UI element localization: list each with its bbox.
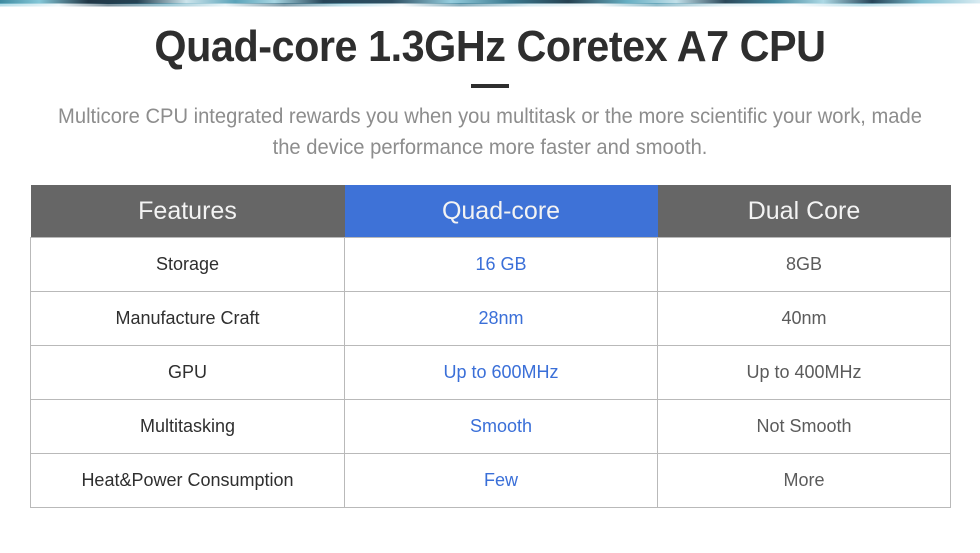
cell-feature-name: Heat&Power Consumption bbox=[30, 453, 345, 508]
table-row: Heat&Power Consumption Few More bbox=[30, 453, 951, 508]
cell-feature-name: Multitasking bbox=[30, 399, 345, 454]
cell-dual-value: Not Smooth bbox=[657, 399, 951, 454]
page-subtitle: Multicore CPU integrated rewards you whe… bbox=[58, 105, 922, 159]
photo-band-fade bbox=[0, 6, 980, 9]
cell-feature-name: Manufacture Craft bbox=[30, 291, 345, 346]
cell-quad-value: 16 GB bbox=[344, 237, 658, 292]
comparison-table-wrapper: Features Quad-core Dual Core Storage 16 … bbox=[30, 185, 951, 508]
table-row: GPU Up to 600MHz Up to 400MHz bbox=[30, 345, 951, 400]
table-body: Storage 16 GB 8GB Manufacture Craft 28nm… bbox=[30, 237, 951, 508]
column-header-quad-core: Quad-core bbox=[344, 185, 658, 238]
cpu-comparison-table: Features Quad-core Dual Core Storage 16 … bbox=[30, 185, 951, 508]
cell-dual-value: More bbox=[657, 453, 951, 508]
table-row: Manufacture Craft 28nm 40nm bbox=[30, 291, 951, 346]
table-header: Features Quad-core Dual Core bbox=[30, 185, 951, 238]
cell-quad-value: 28nm bbox=[344, 291, 658, 346]
table-row: Storage 16 GB 8GB bbox=[30, 237, 951, 292]
cell-quad-value: Up to 600MHz bbox=[344, 345, 658, 400]
column-header-dual-core: Dual Core bbox=[657, 185, 951, 238]
cell-dual-value: 40nm bbox=[657, 291, 951, 346]
cell-feature-name: GPU bbox=[30, 345, 345, 400]
cell-dual-value: 8GB bbox=[657, 237, 951, 292]
column-header-features: Features bbox=[30, 185, 345, 238]
cell-quad-value: Smooth bbox=[344, 399, 658, 454]
table-row: Multitasking Smooth Not Smooth bbox=[30, 399, 951, 454]
heading-section: Quad-core 1.3GHz Coretex A7 CPU Multicor… bbox=[0, 22, 980, 163]
title-divider bbox=[471, 84, 509, 89]
cell-quad-value: Few bbox=[344, 453, 658, 508]
page-title: Quad-core 1.3GHz Coretex A7 CPU bbox=[154, 22, 826, 71]
cell-feature-name: Storage bbox=[30, 237, 345, 292]
top-photo-strip bbox=[0, 0, 980, 9]
table-header-row: Features Quad-core Dual Core bbox=[30, 185, 951, 238]
cell-dual-value: Up to 400MHz bbox=[657, 345, 951, 400]
